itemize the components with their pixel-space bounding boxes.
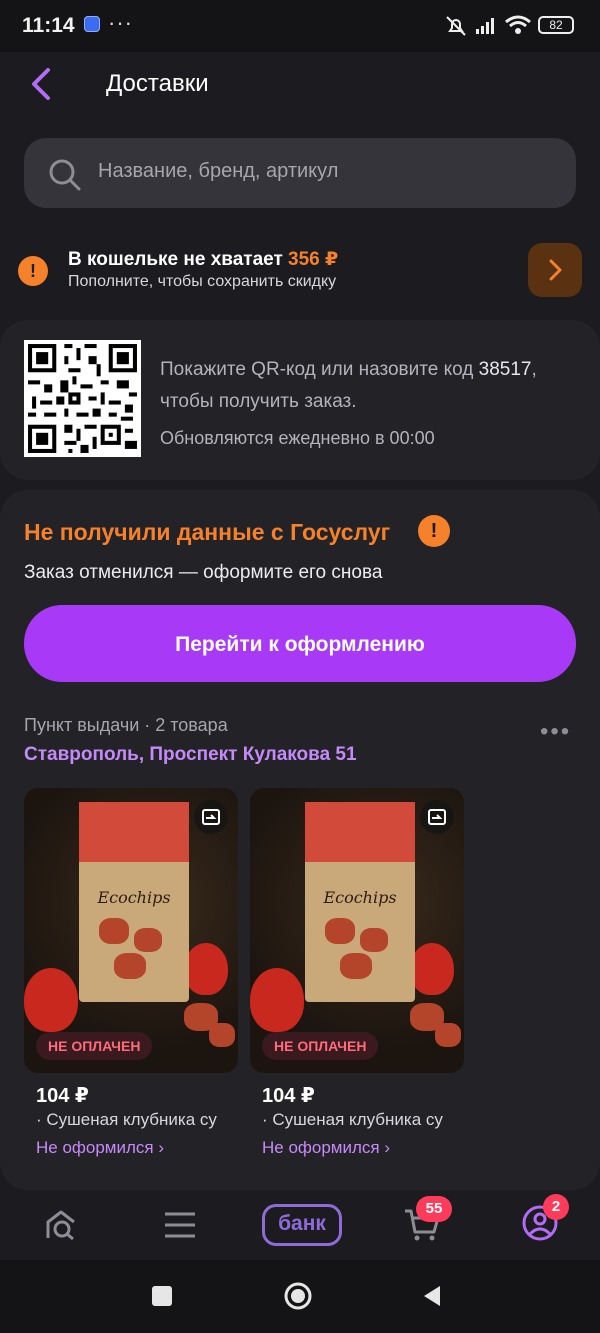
wallet-warning-icon: ! — [18, 256, 48, 286]
cart-count-badge: 55 — [416, 1196, 452, 1222]
back-button-icon[interactable] — [420, 1284, 444, 1308]
pickup-address[interactable]: Ставрополь, Проспект Кулакова 51 — [24, 744, 357, 766]
status-bar: 11:14 ··· 82 — [0, 0, 600, 52]
product-pack-label: Ecochips — [323, 888, 397, 907]
wifi-icon — [505, 15, 531, 34]
product-pack-label: Ecochips — [97, 888, 171, 907]
return-icon[interactable] — [420, 800, 454, 834]
wallet-warning-subtitle: Пополните, чтобы сохранить скидку — [68, 273, 337, 290]
qr-update-note: Обновляются ежедневно в 00:00 — [160, 428, 435, 448]
payment-status-badge: НЕ ОПЛАЧЕН — [36, 1032, 153, 1060]
recent-apps-icon[interactable] — [152, 1286, 172, 1306]
wallet-warning-text: В кошельке не хватает 356 ₽ — [68, 249, 339, 270]
wallet-missing-amount: 356 ₽ — [288, 249, 339, 270]
chevron-right-icon — [549, 259, 562, 281]
mute-icon — [446, 16, 466, 36]
wallet-topup-button[interactable] — [528, 243, 582, 297]
order-warning-title: Не получили данные с Госуслуг — [24, 519, 391, 545]
page-title: Доставки — [106, 70, 209, 97]
more-notifications-icon: ··· — [108, 10, 133, 35]
system-navigation-bar — [0, 1260, 600, 1333]
product-card[interactable]: Ecochips НЕ ОПЛАЧЕН — [250, 788, 464, 1073]
more-options-icon[interactable]: ••• — [540, 718, 571, 746]
battery-indicator: 82 — [538, 16, 574, 34]
bank-tab[interactable]: банк — [262, 1204, 342, 1246]
product-price: 104 ₽ — [36, 1085, 89, 1107]
return-icon[interactable] — [194, 800, 228, 834]
home-icon[interactable] — [42, 1206, 80, 1244]
search-icon — [49, 159, 81, 191]
product-status-link[interactable]: Не оформился › — [36, 1138, 164, 1158]
app-notification-icon — [84, 16, 100, 32]
pickup-code: 38517 — [478, 359, 532, 380]
product-name: · Сушеная клубника су — [36, 1110, 217, 1129]
status-time: 11:14 — [22, 14, 75, 37]
search-input[interactable]: Название, бренд, артикул — [24, 138, 576, 208]
warning-icon[interactable]: ! — [418, 515, 450, 547]
qr-instruction-text: Покажите QR-код или назовите код 38517, … — [160, 359, 537, 412]
product-status-link[interactable]: Не оформился › — [262, 1138, 390, 1158]
product-price: 104 ₽ — [262, 1085, 315, 1107]
product-card[interactable]: Ecochips НЕ ОПЛАЧЕН — [24, 788, 238, 1073]
search-placeholder: Название, бренд, артикул — [98, 160, 339, 182]
home-button-icon[interactable] — [282, 1280, 314, 1312]
bottom-tab-bar: банк 55 2 — [0, 1190, 600, 1260]
catalog-menu-icon[interactable] — [162, 1208, 198, 1242]
payment-status-badge: НЕ ОПЛАЧЕН — [262, 1032, 379, 1060]
signal-icon — [476, 18, 494, 34]
product-name: · Сушеная клубника су — [262, 1110, 443, 1129]
order-warning-subtitle: Заказ отменился — оформите его снова — [24, 562, 383, 583]
qr-code-image[interactable] — [24, 340, 141, 457]
pickup-info: Пункт выдачи · 2 товара — [24, 715, 228, 735]
checkout-button[interactable]: Перейти к оформлению — [24, 605, 576, 682]
back-arrow-icon[interactable] — [28, 66, 56, 102]
profile-count-badge: 2 — [543, 1194, 569, 1220]
